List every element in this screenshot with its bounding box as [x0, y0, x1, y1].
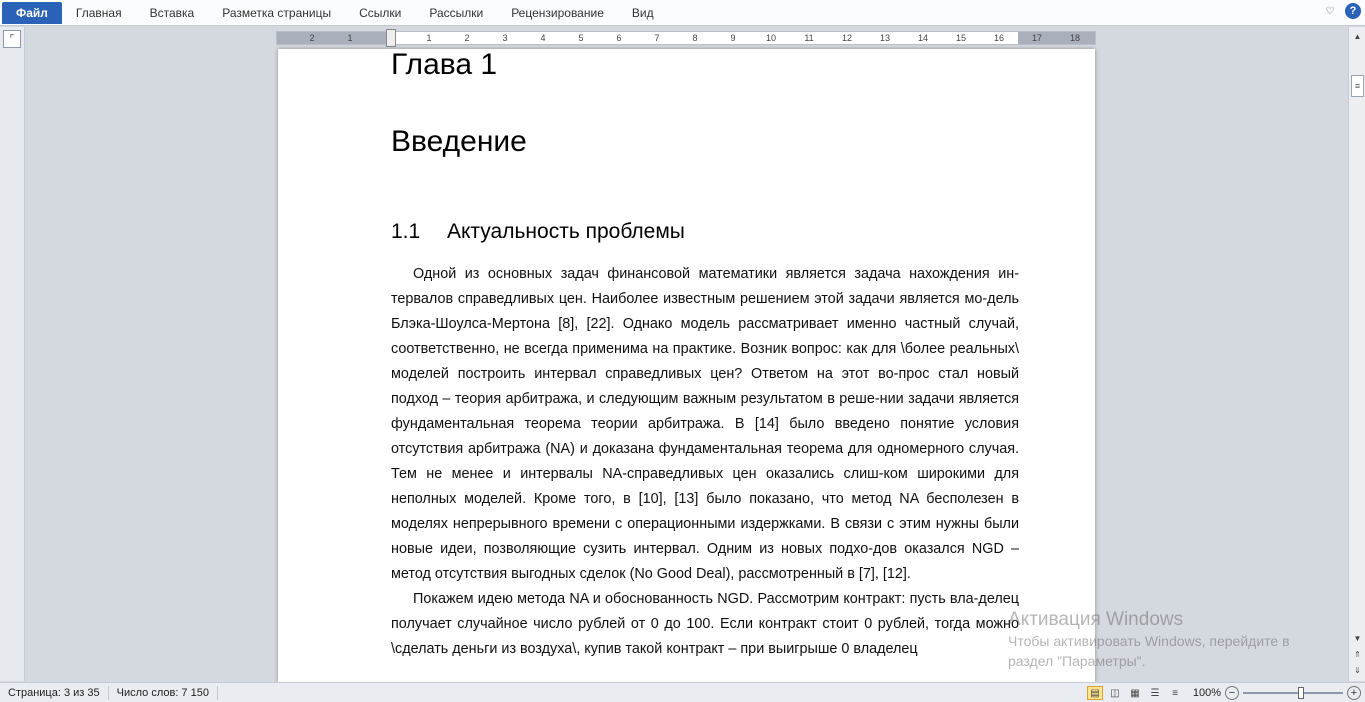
ruler-tick: 7 [654, 33, 660, 43]
next-page-icon[interactable]: ⇓ [1351, 663, 1364, 677]
zoom-slider[interactable] [1243, 686, 1343, 700]
ruler-tick: 1 [426, 33, 432, 43]
ruler-tick: 17 [1031, 33, 1042, 43]
expand-ribbon-icon[interactable]: ♡ [1323, 4, 1337, 18]
indent-marker[interactable] [386, 29, 396, 47]
scroll-thumb[interactable]: ≡ [1351, 75, 1364, 97]
tab-references[interactable]: Ссылки [345, 0, 415, 26]
ruler-tick: 2 [309, 33, 315, 43]
print-layout-icon[interactable]: ▤ [1087, 686, 1103, 700]
vertical-scrollbar[interactable]: ▲ ≡ ▼ ⇑ ⇓ [1348, 27, 1365, 681]
scroll-up-icon[interactable]: ▲ [1351, 29, 1364, 43]
ruler-tick: 6 [616, 33, 622, 43]
prev-page-icon[interactable]: ⇑ [1351, 647, 1364, 661]
intro-heading: Введение [391, 125, 527, 158]
draft-icon[interactable]: ≡ [1167, 686, 1183, 700]
ruler-tick: 10 [765, 33, 776, 43]
zoom-in-icon[interactable]: + [1347, 686, 1361, 700]
tab-home[interactable]: Главная [62, 0, 136, 26]
zoom-slider-track [1243, 692, 1343, 694]
section-title: Актуальность проблемы [447, 220, 685, 243]
ruler-tick: 11 [804, 33, 814, 43]
ruler-tick: 13 [879, 33, 890, 43]
watermark-text: Чтобы активировать Windows, перейдите в … [1008, 633, 1290, 669]
tab-page-layout[interactable]: Разметка страницы [208, 0, 345, 26]
left-strip: ⌜ [0, 27, 25, 681]
web-layout-icon[interactable]: ▦ [1127, 686, 1143, 700]
outline-icon[interactable]: ☰ [1147, 686, 1163, 700]
ruler-tick: 4 [540, 33, 546, 43]
ruler-tick: 9 [730, 33, 736, 43]
ruler-tick: 2 [464, 33, 470, 43]
help-icon[interactable]: ? [1345, 3, 1361, 19]
zoom-slider-knob[interactable] [1298, 687, 1304, 699]
tab-view[interactable]: Вид [618, 0, 668, 26]
status-bar: Страница: 3 из 35 Число слов: 7 150 ▤ ◫ … [0, 682, 1365, 702]
zoom-out-icon[interactable]: − [1225, 686, 1239, 700]
tab-review[interactable]: Рецензирование [497, 0, 618, 26]
chapter-heading: Глава 1 [391, 49, 498, 81]
section-number: 1.1 [391, 220, 421, 243]
status-right: ▤ ◫ ▦ ☰ ≡ 100% − + [1087, 683, 1365, 702]
tab-file[interactable]: Файл [2, 1, 62, 24]
ruler-tick: 14 [917, 33, 928, 43]
ruler-tick: 8 [692, 33, 698, 43]
page-counter[interactable]: Страница: 3 из 35 [0, 685, 109, 700]
full-screen-reading-icon[interactable]: ◫ [1107, 686, 1123, 700]
body-paragraph: Покажем идею метода NA и обоснованность … [391, 591, 1019, 657]
scroll-down-icon[interactable]: ▼ [1351, 631, 1364, 645]
ruler-tick: 1 [347, 33, 353, 43]
tab-mailings[interactable]: Рассылки [415, 0, 497, 26]
ruler-tick: 18 [1069, 33, 1080, 43]
ruler-tick: 3 [502, 33, 508, 43]
body-paragraph: Одной из основных задач финансовой матем… [391, 266, 1019, 582]
windows-activation-watermark: Активация Windows Чтобы активировать Win… [1008, 609, 1328, 671]
section-heading: 1.1 Актуальность проблемы [391, 220, 1019, 244]
zoom-level[interactable]: 100% [1187, 687, 1221, 699]
ruler-tick: 12 [841, 33, 852, 43]
word-count[interactable]: Число слов: 7 150 [109, 685, 218, 700]
ruler-left-margin [277, 32, 391, 44]
document-page[interactable]: Глава 1 Введение 1.1 Актуальность пробле… [278, 49, 1095, 682]
horizontal-ruler[interactable]: 2 1 1 2 3 4 5 6 7 8 9 10 11 12 13 14 15 … [276, 29, 1096, 47]
document-content[interactable]: Глава 1 Введение 1.1 Актуальность пробле… [391, 49, 1019, 662]
ruler-tick: 5 [578, 33, 584, 43]
tab-insert[interactable]: Вставка [136, 0, 209, 26]
ruler-tick: 16 [993, 33, 1004, 43]
ribbon-controls: ♡ ? [1323, 3, 1361, 19]
tab-stop-selector-icon[interactable]: ⌜ [3, 30, 21, 48]
ribbon-tabs: Файл Главная Вставка Разметка страницы С… [0, 0, 1365, 26]
ruler-tick: 15 [955, 33, 966, 43]
watermark-title: Активация Windows [1008, 609, 1184, 630]
